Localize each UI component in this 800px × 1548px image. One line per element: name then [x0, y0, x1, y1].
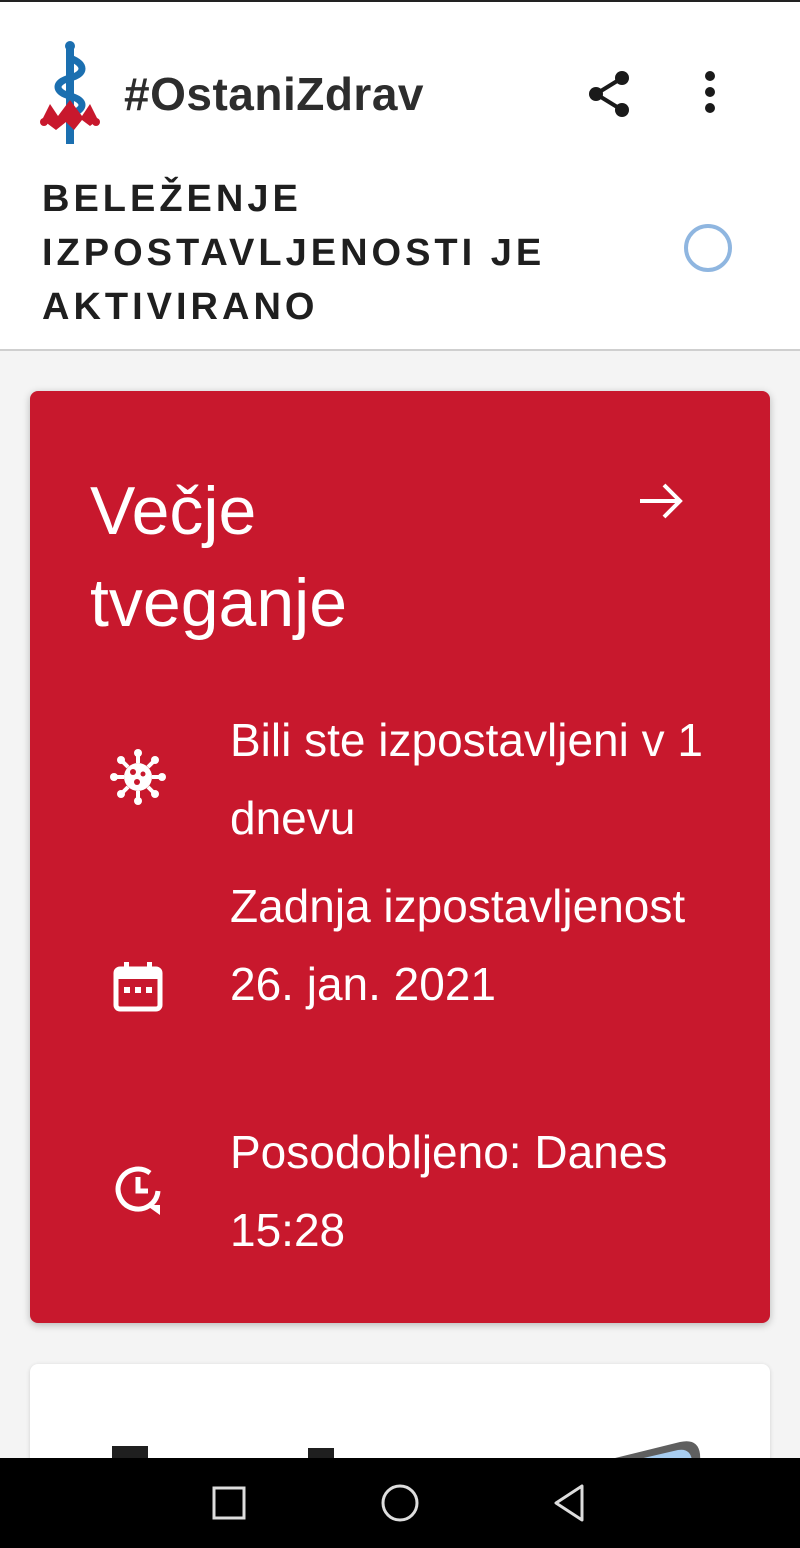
calendar-icon: [113, 962, 163, 1012]
aesculapius-logo-icon: [40, 41, 100, 144]
triangle-back-icon[interactable]: [546, 1478, 596, 1528]
circle-home-icon[interactable]: [375, 1478, 425, 1528]
share-icon[interactable]: [582, 66, 638, 122]
virus-icon: [110, 749, 166, 805]
more-vert-icon[interactable]: [682, 66, 738, 122]
app-header: #OstaniZdrav BELEŽENJE IZPOSTAVLJENOSTI …: [0, 2, 800, 351]
app-title: #OstaniZdrav: [124, 68, 424, 120]
exposure-status-indicator: [684, 224, 732, 272]
updated-text: Posodobljeno: Danes 15:28: [230, 1126, 668, 1256]
risk-level-title: Večje tveganje: [90, 473, 348, 641]
clock-refresh-icon: [115, 1166, 161, 1215]
exposure-days-text: Bili ste izpostavljeni v 1 dnevu: [230, 714, 703, 844]
system-navigation-bar: [0, 1458, 800, 1548]
risk-card[interactable]: Večje tveganje Bili ste izpostavljeni v …: [30, 391, 770, 1323]
exposure-logging-status: BELEŽENJE IZPOSTAVLJENOSTI JE AKTIVIRANO: [42, 178, 546, 328]
last-exposure-text: Zadnja izpostavljenost 26. jan. 2021: [230, 880, 686, 1010]
arrow-right-icon[interactable]: [636, 481, 686, 521]
square-recents-icon[interactable]: [204, 1478, 254, 1528]
